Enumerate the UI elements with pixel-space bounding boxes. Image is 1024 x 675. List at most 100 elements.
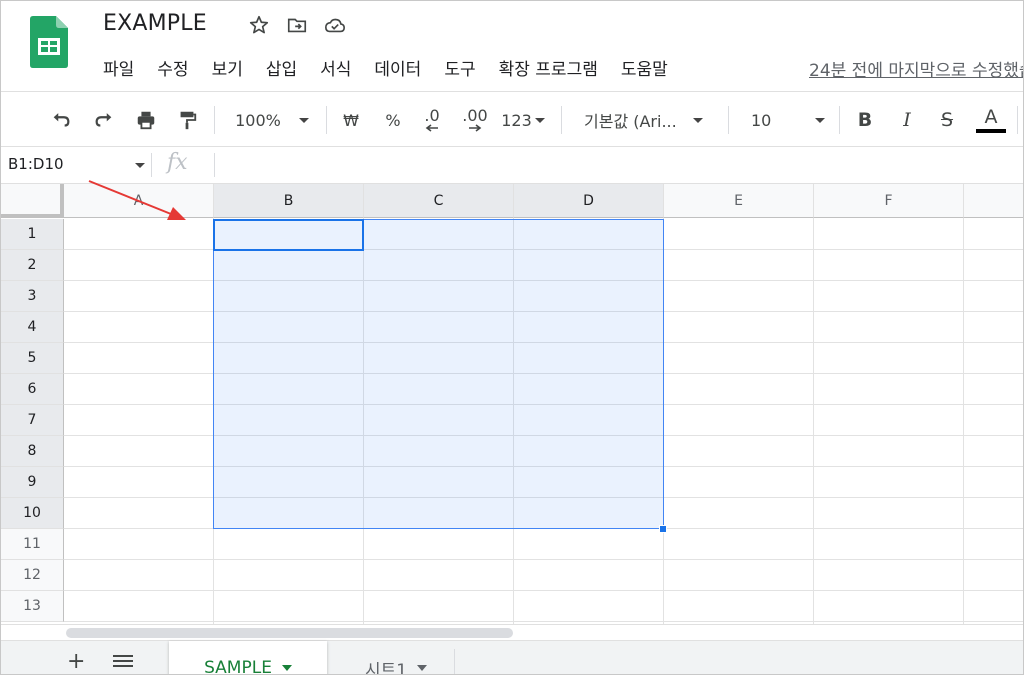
italic-button[interactable]: I bbox=[893, 92, 921, 148]
spreadsheet-window: EXAMPLE 파일 수정 보기 삽입 서식 데이터 도구 확장 프로그램 도움… bbox=[0, 0, 1024, 675]
cloud-saved-icon[interactable] bbox=[323, 13, 347, 37]
menu-help[interactable]: 도움말 bbox=[621, 55, 668, 80]
chevron-down-icon bbox=[815, 117, 826, 123]
add-sheet-icon[interactable]: + bbox=[67, 651, 85, 673]
column-header-d[interactable]: D bbox=[514, 184, 664, 218]
row-header-5[interactable]: 5 bbox=[1, 343, 64, 374]
toolbar: 100% ₩ % .0 .00 123 기본값 (Ari... 10 B I S… bbox=[1, 91, 1023, 148]
sheet-tab-label: 시트1 bbox=[364, 660, 408, 675]
toolbar-divider bbox=[561, 106, 562, 134]
sheet-tab-bar: + SAMPLE 시트1 bbox=[1, 640, 1023, 675]
grid-row-line bbox=[64, 621, 1023, 622]
column-header-overflow[interactable] bbox=[964, 184, 1023, 218]
menu-insert[interactable]: 삽입 bbox=[266, 55, 297, 80]
tab-divider bbox=[454, 649, 455, 674]
chevron-down-icon[interactable] bbox=[135, 163, 145, 168]
font-family-value: 기본값 (Ari... bbox=[584, 112, 677, 131]
formula-bar-divider bbox=[151, 153, 152, 177]
horizontal-scrollbar-thumb[interactable] bbox=[66, 628, 513, 638]
menu-tools[interactable]: 도구 bbox=[444, 55, 475, 80]
chevron-down-icon bbox=[534, 117, 545, 123]
fill-handle[interactable] bbox=[659, 525, 667, 533]
font-size-value: 10 bbox=[751, 110, 772, 130]
strikethrough-button[interactable]: S bbox=[933, 92, 961, 148]
sheet-grid[interactable]: A B C D E F 1 2 3 4 5 6 7 8 9 10 11 12 13 bbox=[1, 184, 1023, 624]
grid-column-line bbox=[963, 218, 964, 624]
decrease-decimal-button[interactable]: .0 bbox=[417, 92, 447, 148]
row-header-9[interactable]: 9 bbox=[1, 467, 64, 498]
increase-decimal-button[interactable]: .00 bbox=[459, 92, 491, 148]
grid-row-line bbox=[64, 590, 1023, 591]
chevron-down-icon[interactable] bbox=[417, 665, 428, 671]
sheet-tab-sheet1[interactable]: 시트1 bbox=[337, 641, 455, 675]
number-format-select[interactable]: 123 bbox=[498, 92, 548, 148]
row-header-3[interactable]: 3 bbox=[1, 281, 64, 312]
document-title[interactable]: EXAMPLE bbox=[103, 11, 207, 36]
row-header-8[interactable]: 8 bbox=[1, 436, 64, 467]
column-header-c[interactable]: C bbox=[364, 184, 514, 218]
number-format-label: 123 bbox=[501, 110, 532, 130]
active-cell-b1[interactable] bbox=[213, 219, 364, 251]
row-header-2[interactable]: 2 bbox=[1, 250, 64, 281]
menu-edit[interactable]: 수정 bbox=[157, 55, 188, 80]
zoom-select[interactable]: 100% bbox=[227, 92, 317, 148]
column-header-a[interactable]: A bbox=[64, 184, 214, 218]
toolbar-divider bbox=[214, 106, 215, 134]
redo-icon[interactable] bbox=[90, 92, 118, 148]
app-header: EXAMPLE 파일 수정 보기 삽입 서식 데이터 도구 확장 프로그램 도움… bbox=[1, 1, 1023, 91]
formula-bar-divider bbox=[214, 153, 215, 177]
title-actions bbox=[247, 13, 347, 37]
row-header-6[interactable]: 6 bbox=[1, 374, 64, 405]
increase-decimal-label: .00 bbox=[462, 106, 488, 125]
row-header-11[interactable]: 11 bbox=[1, 529, 64, 560]
chevron-down-icon[interactable] bbox=[281, 665, 292, 671]
name-box[interactable]: B1:D10 bbox=[8, 155, 64, 173]
menu-view[interactable]: 보기 bbox=[212, 55, 243, 80]
text-color-label: A bbox=[984, 106, 998, 128]
menu-extensions[interactable]: 확장 프로그램 bbox=[499, 55, 598, 80]
star-icon[interactable] bbox=[247, 13, 271, 37]
grid-column-line bbox=[813, 218, 814, 624]
sheets-logo-icon[interactable] bbox=[30, 16, 68, 68]
font-family-select[interactable]: 기본값 (Ari... bbox=[576, 92, 721, 148]
bold-button[interactable]: B bbox=[851, 92, 879, 148]
menu-bar: 파일 수정 보기 삽입 서식 데이터 도구 확장 프로그램 도움말 bbox=[103, 55, 691, 80]
menu-data[interactable]: 데이터 bbox=[374, 55, 421, 80]
column-header-e[interactable]: E bbox=[664, 184, 814, 218]
grid-row-line bbox=[64, 559, 1023, 560]
row-header-12[interactable]: 12 bbox=[1, 560, 64, 591]
font-size-select[interactable]: 10 bbox=[741, 92, 833, 148]
chevron-down-icon bbox=[692, 117, 703, 123]
row-header-10[interactable]: 10 bbox=[1, 498, 64, 529]
move-to-folder-icon[interactable] bbox=[285, 13, 309, 37]
paint-format-icon[interactable] bbox=[173, 92, 201, 148]
row-header-1[interactable]: 1 bbox=[1, 219, 64, 250]
last-edit-link[interactable]: 24분 전에 마지막으로 수정했습니다 bbox=[809, 56, 1023, 81]
selected-range[interactable] bbox=[213, 219, 664, 529]
all-sheets-icon[interactable] bbox=[113, 655, 133, 670]
select-all-corner[interactable] bbox=[1, 184, 64, 218]
arrow-right-icon bbox=[469, 124, 482, 132]
percent-format-button[interactable]: % bbox=[379, 92, 407, 148]
print-icon[interactable] bbox=[132, 92, 160, 148]
menu-format[interactable]: 서식 bbox=[320, 55, 351, 80]
sheet-tab-label: SAMPLE bbox=[204, 658, 272, 675]
text-color-swatch bbox=[976, 129, 1006, 133]
sheet-tab-sample[interactable]: SAMPLE bbox=[169, 641, 327, 675]
menu-file[interactable]: 파일 bbox=[103, 55, 134, 80]
arrow-left-icon bbox=[425, 124, 438, 132]
text-color-button[interactable]: A bbox=[975, 92, 1007, 148]
row-header-4[interactable]: 4 bbox=[1, 312, 64, 343]
column-header-b[interactable]: B bbox=[214, 184, 364, 218]
decrease-decimal-label: .0 bbox=[424, 106, 440, 125]
toolbar-divider bbox=[1017, 106, 1018, 134]
zoom-value: 100% bbox=[235, 110, 281, 130]
undo-icon[interactable] bbox=[47, 92, 75, 148]
currency-format-button[interactable]: ₩ bbox=[337, 92, 365, 148]
toolbar-divider bbox=[326, 106, 327, 134]
row-header-13[interactable]: 13 bbox=[1, 591, 64, 622]
toolbar-divider bbox=[839, 106, 840, 134]
row-header-7[interactable]: 7 bbox=[1, 405, 64, 436]
column-header-f[interactable]: F bbox=[814, 184, 964, 218]
formula-bar: B1:D10 fx bbox=[1, 147, 1023, 184]
